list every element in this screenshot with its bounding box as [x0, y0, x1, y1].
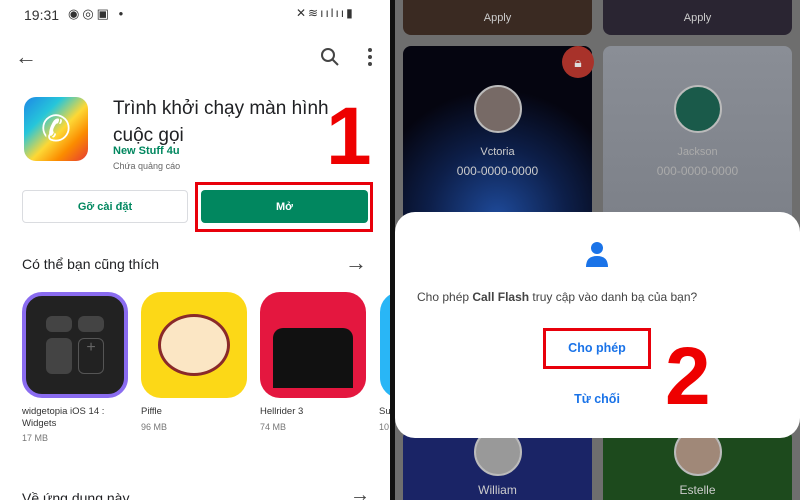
theme-card-jackson[interactable]: Jackson 000-0000-0000 — [603, 46, 792, 226]
developer-link[interactable]: New Stuff 4u — [113, 145, 180, 157]
lock-icon: 🔒︎ — [562, 46, 594, 78]
play-store-screen: 19:31 ◉◎▣ • ✕≋ıılıı▮ ← ✆ Trình khởi chạy… — [0, 0, 390, 500]
step-number: 2 — [665, 331, 711, 422]
app-icon: ✆ — [24, 97, 88, 161]
theme-card-victoria[interactable]: Vctoria 000-0000-0000 — [403, 46, 592, 226]
app-size: 74 MB — [260, 422, 287, 432]
app-name: Piffle — [141, 406, 162, 417]
app-size: 10 — [379, 422, 390, 432]
next-section-title: Về ứng dụng này — [22, 490, 130, 500]
apply-button[interactable]: Apply — [403, 12, 592, 24]
deny-button[interactable]: Từ chối — [543, 392, 651, 406]
notification-icons: ◉◎▣ • — [68, 6, 127, 21]
caller-phone: 000-0000-0000 — [656, 164, 739, 178]
system-icons: ✕≋ıılıı▮ — [296, 6, 355, 20]
highlight-box — [543, 328, 651, 369]
arrow-right-icon[interactable]: → — [345, 250, 367, 276]
piffle-icon[interactable] — [141, 292, 247, 398]
avatar — [674, 85, 722, 133]
step-number: 1 — [326, 91, 372, 182]
app-name: Hellrider 3 — [260, 406, 304, 417]
status-time: 19:31 — [24, 7, 60, 23]
more-vert-icon[interactable] — [366, 47, 374, 67]
avatar — [474, 85, 522, 133]
caller-name: Estelle — [679, 483, 716, 497]
caller-name: William — [478, 483, 517, 497]
highlight-box — [195, 182, 373, 232]
app-size: 96 MB — [141, 422, 168, 432]
app-name: widgetopia iOS 14 : Widgets — [22, 406, 105, 429]
app-icon-partial[interactable] — [380, 292, 390, 398]
section-title: Có thể bạn cũng thích — [22, 256, 159, 272]
theme-card-estelle[interactable]: Estelle — [603, 430, 792, 500]
permission-message: Cho phép Call Flash truy cập vào danh bạ… — [417, 290, 698, 304]
apply-button[interactable]: Apply — [603, 12, 792, 24]
uninstall-button[interactable]: Gỡ cài đặt — [22, 190, 188, 223]
hellrider-icon[interactable] — [260, 292, 366, 398]
widgetopia-icon[interactable]: + — [22, 292, 128, 398]
theme-card-william[interactable]: William — [403, 430, 592, 500]
permission-dialog: Cho phép Call Flash truy cập vào danh bạ… — [395, 212, 800, 438]
caller-name: Vctoria — [480, 146, 515, 158]
arrow-right-icon[interactable]: → — [350, 484, 370, 500]
call-flash-screen: Apply Apply Vctoria 000-0000-0000 🔒︎ Jac… — [395, 0, 800, 500]
back-arrow-icon[interactable]: ← — [15, 44, 37, 70]
person-icon — [586, 242, 608, 267]
app-name: Su — [379, 406, 390, 417]
app-size: 17 MB — [22, 433, 49, 443]
caller-phone: 000-0000-0000 — [456, 164, 539, 178]
caller-name: Jackson — [677, 146, 718, 158]
search-icon[interactable] — [320, 47, 340, 67]
ads-label: Chứa quảng cáo — [113, 161, 181, 171]
